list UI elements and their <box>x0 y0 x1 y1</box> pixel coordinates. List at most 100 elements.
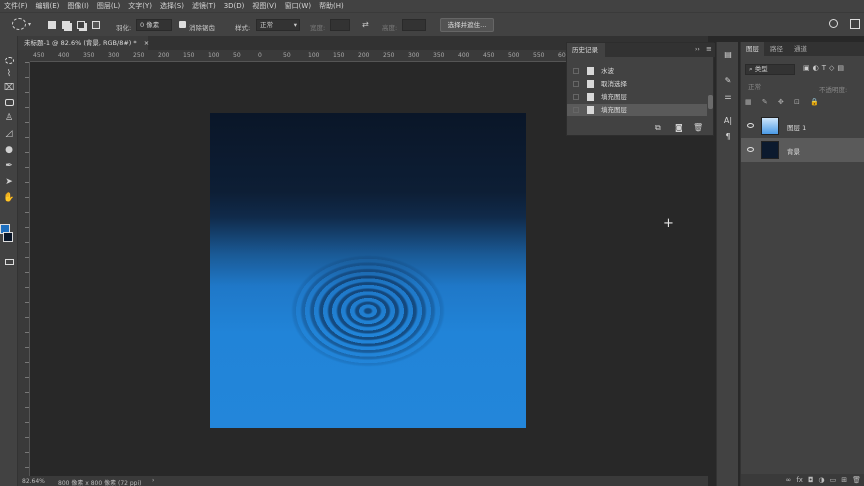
lock-icons[interactable]: ▦ ✎ ✥ ⊡ 🔒 <box>745 98 823 106</box>
history-item-label: 取消选择 <box>601 80 627 88</box>
camera-icon[interactable]: ◙ <box>675 123 683 132</box>
menu-item[interactable]: 窗口(W) <box>281 1 315 11</box>
ruler-tick <box>25 137 29 138</box>
layer-filter-icons[interactable]: ▣◐T◇▤ <box>803 64 847 72</box>
chevron-down-icon: ▾ <box>293 21 297 29</box>
document-tab[interactable]: 未标题-1 @ 82.6% (背景, RGB/8#) * × <box>18 36 149 50</box>
frame-icon[interactable] <box>3 96 15 108</box>
link-layers-icon[interactable]: ∞ <box>786 476 792 484</box>
subtract-from-selection-icon[interactable] <box>77 21 85 29</box>
add-to-selection-icon[interactable] <box>62 21 70 29</box>
antialias-checkbox[interactable] <box>179 21 186 28</box>
history-item[interactable]: 填充图层 <box>567 104 707 116</box>
menu-item[interactable]: 图像(I) <box>63 1 93 11</box>
layers-tab[interactable]: 通道 <box>789 42 812 56</box>
menu-item[interactable]: 文字(Y) <box>124 1 156 11</box>
intersect-selection-icon[interactable] <box>92 21 100 29</box>
blur-icon[interactable]: ● <box>3 144 15 156</box>
height-input[interactable] <box>402 19 426 31</box>
path-selection-icon[interactable]: ➤ <box>3 176 15 188</box>
layers-tab[interactable]: 图层 <box>741 42 764 56</box>
history-item[interactable]: 水波 <box>567 65 707 77</box>
photoshop-window: 文件(F) 编辑(E) 图像(I) 图层(L) 文字(Y) 选择(S) 滤镜(T) 3D(D)… <box>0 0 864 486</box>
history-source-checkbox[interactable] <box>573 94 579 100</box>
hand-icon[interactable]: ✋ <box>3 192 15 204</box>
width-input[interactable] <box>330 19 350 31</box>
pen-icon[interactable]: ✒ <box>3 160 15 172</box>
document-tab-title: 未标题-1 @ 82.6% (背景, RGB/8#) * <box>24 39 137 47</box>
close-icon[interactable]: × <box>144 39 149 47</box>
paragraph-icon[interactable]: ¶ <box>722 130 734 142</box>
feather-label: 羽化: <box>116 24 132 32</box>
menu-item[interactable]: 图层(L) <box>93 1 124 11</box>
quick-selection-icon[interactable]: ⌇ <box>3 68 15 80</box>
chevron-right-icon[interactable]: › <box>152 477 154 484</box>
workspace-icon[interactable] <box>850 19 860 29</box>
swap-icon[interactable]: ⇄ <box>362 20 369 29</box>
history-item[interactable]: 填充图层 <box>567 91 707 103</box>
menu-item[interactable]: 帮助(H) <box>315 1 348 11</box>
crosshair-cursor-icon: + <box>663 216 674 231</box>
feather-input[interactable]: 0 像素 <box>136 19 172 31</box>
brush-panel-icon[interactable]: ✎ <box>722 74 734 86</box>
adjustment-layer-icon[interactable]: ◑ <box>819 476 825 484</box>
ruler-tick <box>25 122 29 123</box>
ruler-tick-label: 250 <box>383 52 395 59</box>
add-mask-icon[interactable]: ◘ <box>808 476 814 484</box>
zoom-level[interactable]: 82.64% <box>22 478 45 485</box>
layer-filter-select[interactable]: ⌕ 类型 <box>745 64 795 75</box>
clone-stamp-icon[interactable]: ♙ <box>3 112 15 124</box>
history-panel-title[interactable]: 历史记录 <box>567 43 605 57</box>
ruler-tick-label: 250 <box>133 52 145 59</box>
history-item-label: 填充图层 <box>601 93 627 101</box>
history-source-checkbox[interactable] <box>573 68 579 74</box>
chevron-down-icon[interactable]: ▾ <box>28 21 31 28</box>
ruler-tick <box>25 437 29 438</box>
menu-item[interactable]: 视图(V) <box>248 1 280 11</box>
history-source-checkbox[interactable] <box>573 107 579 113</box>
elliptical-marquee-icon[interactable] <box>3 54 15 66</box>
eraser-icon[interactable]: ◿ <box>3 128 15 140</box>
quick-mask-icon[interactable] <box>3 256 15 268</box>
collapse-icon[interactable]: ›› <box>695 46 700 53</box>
eye-icon[interactable] <box>747 147 754 152</box>
eye-icon[interactable] <box>747 123 754 128</box>
fx-icon[interactable]: fx <box>796 476 803 484</box>
panel-menu-icon[interactable]: ≡ <box>706 45 712 53</box>
adjustments-icon[interactable]: ⚌ <box>722 90 734 102</box>
trash-icon[interactable]: 🗑 <box>852 476 861 484</box>
select-and-mask-button[interactable]: 选择并遮住... <box>440 18 494 32</box>
menu-item[interactable]: 滤镜(T) <box>188 1 220 11</box>
document-icon <box>587 106 594 114</box>
layer-row[interactable]: 背景 <box>741 138 864 162</box>
style-select[interactable]: 正常 ▾ <box>256 19 300 31</box>
menu-item[interactable]: 编辑(E) <box>32 1 64 11</box>
layer-row[interactable]: 图层 1 <box>741 114 864 138</box>
ruler-tick <box>25 302 29 303</box>
history-scrollbar[interactable] <box>708 95 713 109</box>
new-group-icon[interactable]: ▭ <box>830 476 837 484</box>
history-item[interactable]: 取消选择 <box>567 78 707 90</box>
blend-mode-select[interactable]: 正常 <box>745 82 803 93</box>
menu-item[interactable]: 文件(F) <box>0 1 32 11</box>
ruler-corner <box>18 50 30 62</box>
menu-item[interactable]: 选择(S) <box>156 1 188 11</box>
trash-icon[interactable]: 🗑 <box>693 123 703 132</box>
opacity-label: 不透明度: <box>819 86 848 94</box>
new-document-from-state-icon[interactable]: ⧉ <box>655 123 661 133</box>
character-icon[interactable]: A| <box>722 114 734 126</box>
new-selection-icon[interactable] <box>48 21 56 29</box>
document-canvas[interactable] <box>210 113 526 428</box>
history-source-checkbox[interactable] <box>573 81 579 87</box>
crop-icon[interactable]: ⌧ <box>3 82 15 94</box>
menu-item[interactable]: 3D(D) <box>220 2 249 10</box>
ruler-tick <box>25 167 29 168</box>
ruler-tick <box>25 452 29 453</box>
history-panel-icon[interactable]: ▤ <box>722 48 734 60</box>
new-layer-icon[interactable]: ⊞ <box>841 476 847 484</box>
background-color-swatch[interactable] <box>3 232 13 242</box>
layers-tab[interactable]: 路径 <box>765 42 788 56</box>
document-icon <box>587 80 594 88</box>
marquee-tool-preset-icon[interactable] <box>12 18 26 30</box>
search-icon[interactable] <box>829 19 838 28</box>
